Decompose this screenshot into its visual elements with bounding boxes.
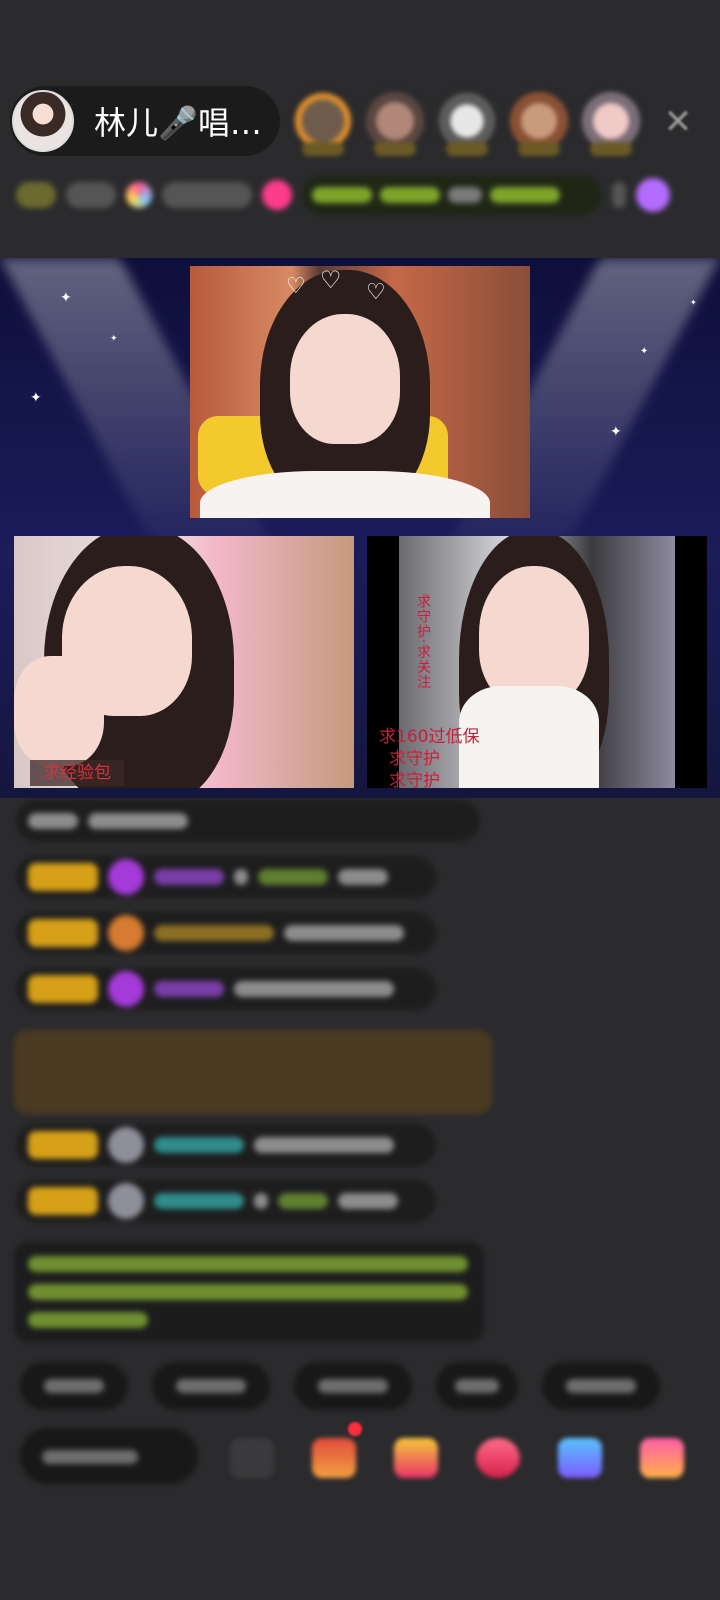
heart-icon: ♡	[286, 274, 306, 299]
emoji-icon[interactable]	[230, 1438, 274, 1478]
game-icon[interactable]	[558, 1438, 602, 1478]
activity-text	[162, 182, 252, 208]
quick-chip[interactable]	[152, 1362, 270, 1410]
audience-avatars	[290, 88, 644, 156]
guest-video-feed-left[interactable]: 求经验包	[14, 536, 354, 788]
heart-icon: ♡	[366, 280, 386, 305]
gift-icon[interactable]	[640, 1438, 684, 1478]
viewer-avatar[interactable]	[362, 88, 428, 156]
rank-text	[66, 182, 116, 208]
star-icon: ✦	[640, 346, 649, 357]
quick-chip[interactable]	[20, 1362, 128, 1410]
viewer-avatar[interactable]	[578, 88, 644, 156]
close-icon[interactable]: ✕	[660, 104, 696, 140]
viewer-avatar[interactable]	[506, 88, 572, 156]
quick-chip[interactable]	[294, 1362, 412, 1410]
star-icon: ✦	[110, 334, 118, 344]
guest-sign-line: 求160过低保	[379, 727, 480, 747]
chat-message[interactable]	[16, 912, 436, 954]
chat-message[interactable]	[16, 968, 436, 1010]
star-icon: ✦	[60, 290, 72, 306]
quick-chip[interactable]	[436, 1362, 518, 1410]
guest-sign-line: 求守护	[389, 749, 440, 769]
guest-sign-vertical: 求守护·求关注	[415, 594, 431, 690]
host-info-pill[interactable]: 林儿🎤唱…	[10, 86, 280, 156]
notification-dot	[348, 1422, 362, 1436]
interaction-icon[interactable]	[476, 1438, 520, 1478]
star-icon: ✦	[690, 298, 697, 307]
guest-sign: 求经验包	[30, 760, 124, 786]
chat-input[interactable]	[20, 1428, 198, 1484]
task-banner[interactable]	[302, 175, 602, 215]
system-notice	[14, 1242, 484, 1342]
bottom-toolbar	[20, 1422, 720, 1494]
chevron-right-icon	[612, 182, 626, 208]
multi-guest-stage: ✦ ✦ ✦ ✦ ✦ ✦ ♡ ♡ ♡ 求经验包 求守护·求关注 求160过低保 求…	[0, 258, 720, 798]
event-icon[interactable]	[262, 180, 292, 210]
shop-icon[interactable]	[312, 1438, 356, 1478]
guest-video-feed-right[interactable]: 求守护·求关注 求160过低保 求守护 求守护	[367, 536, 707, 788]
quick-chip[interactable]	[542, 1362, 660, 1410]
heart-icon: ♡	[320, 266, 342, 294]
host-avatar[interactable]	[12, 90, 74, 152]
room-info-row	[16, 170, 688, 220]
star-icon: ✦	[30, 390, 42, 406]
host-video-feed[interactable]: ♡ ♡ ♡	[190, 266, 530, 518]
chat-message[interactable]	[16, 1180, 436, 1222]
chat-message[interactable]	[16, 1124, 436, 1166]
viewer-avatar[interactable]	[290, 88, 356, 156]
host-name: 林儿🎤唱…	[94, 104, 262, 142]
quick-reply-chips	[20, 1362, 660, 1410]
gift-entry-icon[interactable]	[636, 178, 670, 212]
activity-icon[interactable]	[126, 182, 152, 208]
highlight-message[interactable]	[14, 1030, 492, 1114]
guest-sign-line: 求守护	[389, 771, 440, 788]
star-icon: ✦	[610, 424, 622, 440]
chat-notice	[16, 800, 480, 842]
gift-bag-icon[interactable]	[394, 1438, 438, 1478]
chat-message[interactable]	[16, 856, 436, 898]
viewer-avatar[interactable]	[434, 88, 500, 156]
rank-badge[interactable]	[16, 182, 56, 208]
